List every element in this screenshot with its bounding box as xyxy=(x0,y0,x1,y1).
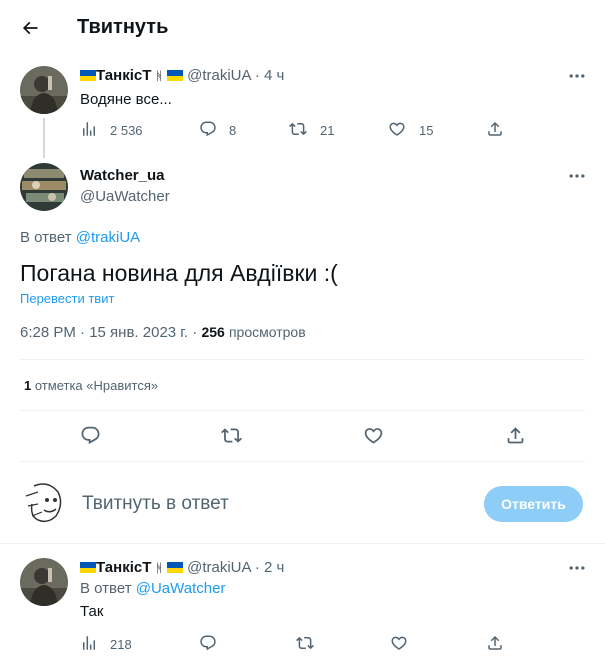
views-count: 218 xyxy=(110,637,132,652)
thread-connector xyxy=(43,118,45,158)
tweet-text: Водяне все... xyxy=(80,91,172,108)
retweet-icon[interactable] xyxy=(296,634,314,652)
handle[interactable]: @UaWatcher xyxy=(80,188,170,205)
views-icon[interactable] xyxy=(80,634,98,652)
share-icon[interactable] xyxy=(486,120,504,138)
more-icon[interactable] xyxy=(567,66,587,86)
tweet-meta: 6:28 PM · 15 янв. 2023 г. · 256 просмотр… xyxy=(20,324,306,341)
retweet-icon[interactable] xyxy=(289,120,307,138)
user-avatar[interactable] xyxy=(20,478,68,526)
like-icon[interactable] xyxy=(390,634,408,652)
more-icon[interactable] xyxy=(567,558,587,578)
views-label: просмотров xyxy=(228,324,306,340)
retweet-icon[interactable] xyxy=(221,425,242,446)
reply-icon[interactable] xyxy=(199,120,217,138)
views-count: 256 xyxy=(201,324,225,340)
tweet-text: Так xyxy=(80,603,104,620)
avatar[interactable] xyxy=(20,163,68,211)
likes-label: отметка «Нравится» xyxy=(34,378,159,393)
share-icon[interactable] xyxy=(505,425,526,446)
tweet-header: ТанкісТ ᚻ @trakiUA · 2 ч xyxy=(80,559,284,576)
divider xyxy=(20,410,585,411)
divider xyxy=(20,461,585,462)
page-title: Твитнуть xyxy=(77,16,169,38)
display-name[interactable]: ТанкісТ xyxy=(96,67,151,84)
reply-context: В ответ @UaWatcher xyxy=(80,580,225,597)
views-count: 2 536 xyxy=(110,123,143,138)
tweet-header: ТанкісТ ᚻ @trakiUA · 4 ч xyxy=(80,67,284,84)
reply-to-link[interactable]: @UaWatcher xyxy=(136,580,226,597)
retweet-count: 21 xyxy=(320,123,335,138)
name-symbol: ᚻ xyxy=(155,69,163,83)
reply-input[interactable]: Твитнуть в ответ xyxy=(82,493,229,515)
back-arrow-icon[interactable] xyxy=(20,18,40,38)
timestamp[interactable]: 6:28 PM · 15 янв. 2023 г. · xyxy=(20,324,197,341)
separator: · xyxy=(254,559,260,576)
likes-summary[interactable]: 1 отметка «Нравится» xyxy=(24,378,158,393)
reply-prefix: В ответ xyxy=(20,229,72,246)
more-icon[interactable] xyxy=(567,166,587,186)
display-name[interactable]: ТанкісТ xyxy=(96,559,151,576)
translate-link[interactable]: Перевести твит xyxy=(20,291,114,306)
tweet-text: Погана новина для Авдіївки :( xyxy=(20,260,338,286)
reply-button[interactable]: Ответить xyxy=(484,486,583,522)
ukraine-flag-icon xyxy=(80,562,96,573)
avatar[interactable] xyxy=(20,66,68,114)
avatar[interactable] xyxy=(20,558,68,606)
ukraine-flag-icon xyxy=(166,562,183,573)
ukraine-flag-icon xyxy=(166,70,183,81)
reply-icon[interactable] xyxy=(199,634,217,652)
like-icon[interactable] xyxy=(363,425,384,446)
tweet-time[interactable]: 4 ч xyxy=(264,67,284,84)
divider xyxy=(20,359,585,360)
reply-context: В ответ @trakiUA xyxy=(20,229,140,246)
like-icon[interactable] xyxy=(388,120,406,138)
likes-count: 1 xyxy=(24,378,32,393)
divider xyxy=(0,543,605,544)
reply-prefix: В ответ xyxy=(80,580,132,597)
views-icon[interactable] xyxy=(80,120,98,138)
share-icon[interactable] xyxy=(486,634,504,652)
handle[interactable]: @trakiUA xyxy=(187,67,251,84)
tweet-time[interactable]: 2 ч xyxy=(264,559,284,576)
reply-icon[interactable] xyxy=(80,425,101,446)
reply-to-link[interactable]: @trakiUA xyxy=(76,229,140,246)
like-count: 15 xyxy=(419,123,434,138)
reply-count: 8 xyxy=(229,123,237,138)
handle[interactable]: @trakiUA xyxy=(187,559,251,576)
name-symbol: ᚻ xyxy=(155,561,163,575)
ukraine-flag-icon xyxy=(80,70,96,81)
display-name[interactable]: Watcher_ua xyxy=(80,167,164,184)
separator: · xyxy=(254,67,260,84)
